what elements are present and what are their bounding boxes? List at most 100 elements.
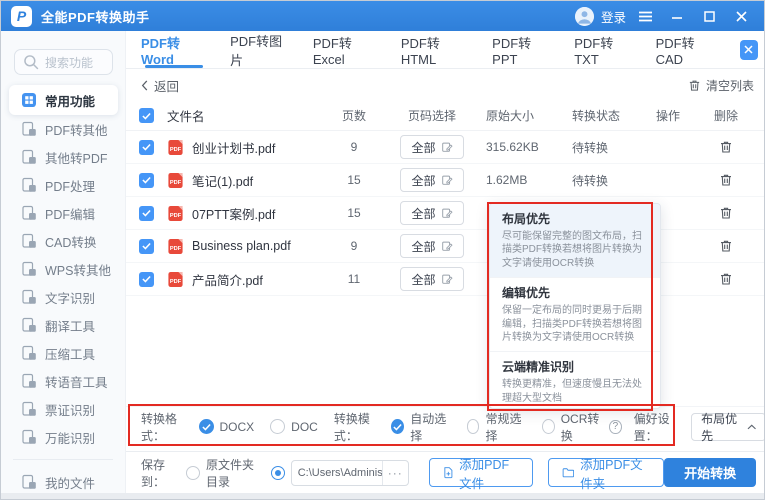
format-radio-docx[interactable]: DOCX (198, 419, 254, 434)
close-button[interactable] (728, 5, 754, 27)
page-select-button[interactable]: 全部 (400, 135, 464, 159)
mode-radio-ocr[interactable]: OCR转换 (541, 410, 604, 444)
tab-pdf-to-ppt[interactable]: PDF转PPT (492, 31, 551, 68)
preference-option-edit-first[interactable]: 编辑优先 保留一定布局的同时更易于后期编辑，扫描类PDF转换若想将图片转换为文字… (490, 277, 660, 351)
page-select-label: 全部 (411, 206, 436, 221)
save-radio-source-folder[interactable]: 原文件夹目录 (186, 456, 261, 490)
table-row: PDF 笔记(1).pdf 15 全部 1.62MB 待转换 (126, 164, 764, 197)
sidebar-item-text-recognition[interactable]: 文字识别 (1, 283, 125, 311)
menu-button[interactable] (632, 5, 658, 27)
page-select-button[interactable]: 全部 (400, 267, 464, 291)
close-icon (744, 45, 753, 54)
page-select-button[interactable]: 全部 (400, 168, 464, 192)
doc-icon (22, 261, 36, 276)
main-panel: PDF转Word PDF转图片 PDF转Excel PDF转HTML PDF转P… (126, 31, 764, 493)
sidebar-item-my-files[interactable]: 我的文件 (1, 468, 125, 496)
sidebar-item-label: 压缩工具 (45, 347, 96, 362)
clear-list-button[interactable]: 清空列表 (688, 77, 754, 94)
search-input[interactable]: 搜索功能 (14, 49, 113, 75)
avatar[interactable] (574, 6, 594, 26)
preference-value: 布局优先 (701, 411, 738, 443)
page-select-button[interactable]: 全部 (400, 201, 464, 225)
select-all-checkbox[interactable] (139, 108, 154, 123)
row-checkbox[interactable] (139, 205, 154, 221)
browse-path-button[interactable]: ··· (381, 460, 408, 485)
delete-row-button[interactable] (719, 239, 733, 253)
maximize-button[interactable] (696, 5, 722, 27)
preference-dropdown-popup: 布局优先 尽可能保留完整的图文布局，扫描类PDF转换若想将图片转换为文字请使用O… (489, 203, 661, 409)
header-delete: 删除 (713, 109, 738, 123)
doc-icon (22, 121, 36, 136)
sidebar-item-ticket-recognition[interactable]: 票证识别 (1, 395, 125, 423)
row-checkbox[interactable] (139, 172, 154, 188)
login-button[interactable]: 登录 (601, 7, 626, 26)
page-select-button[interactable]: 全部 (400, 234, 464, 258)
tab-pdf-to-html[interactable]: PDF转HTML (401, 31, 469, 68)
sidebar-item-wps-to-other[interactable]: WPS转其他 (1, 255, 125, 283)
sidebar-item-common-functions[interactable]: 常用功能 (9, 85, 118, 115)
radio-label: 自动选择 (410, 411, 447, 443)
page-count: 9 (350, 140, 358, 154)
tab-pdf-to-image[interactable]: PDF转图片 (230, 31, 290, 68)
sidebar-item-other-to-pdf[interactable]: 其他转PDF (1, 143, 125, 171)
preference-option-layout-first[interactable]: 布局优先 尽可能保留完整的图文布局，扫描类PDF转换若想将图片转换为文字请使用O… (490, 204, 660, 278)
delete-row-button[interactable] (719, 173, 733, 187)
doc-icon (22, 317, 36, 332)
pdf-file-icon: PDF (168, 139, 183, 155)
row-checkbox[interactable] (139, 238, 154, 254)
sidebar-item-cad-convert[interactable]: CAD转换 (1, 227, 125, 255)
sidebar-item-label: PDF转其他 (45, 123, 108, 138)
doc-icon (22, 401, 36, 416)
header-status: 转换状态 (572, 109, 621, 123)
sidebar-item-pdf-edit[interactable]: PDF编辑 (1, 199, 125, 227)
close-icon (735, 10, 747, 22)
tab-close-button[interactable] (739, 39, 758, 60)
add-pdf-file-button[interactable]: 添加PDF文件 (428, 458, 534, 491)
doc-icon (22, 429, 36, 444)
add-pdf-folder-button[interactable]: 添加PDF文件夹 (548, 458, 665, 491)
tab-pdf-to-txt[interactable]: PDF转TXT (574, 31, 632, 68)
sidebar-item-universal-recognition[interactable]: 万能识别 (1, 423, 125, 451)
mode-radio-auto[interactable]: 自动选择 (391, 410, 450, 444)
preference-select[interactable]: 布局优先 (691, 411, 764, 443)
save-to-label: 保存到： (141, 457, 166, 489)
minimize-button[interactable] (664, 5, 690, 27)
sidebar-item-translate-tools[interactable]: 翻译工具 (1, 311, 125, 339)
header-action: 操作 (655, 109, 680, 123)
maximize-icon (703, 10, 715, 22)
back-button[interactable]: 返回 (141, 76, 179, 95)
option-title: 布局优先 (502, 212, 551, 226)
sidebar-item-compress-tools[interactable]: 压缩工具 (1, 339, 125, 367)
header-pages: 页数 (341, 109, 366, 123)
sidebar-item-pdf-to-other[interactable]: PDF转其他 (1, 115, 125, 143)
tab-pdf-to-excel[interactable]: PDF转Excel (313, 31, 378, 68)
file-size: 315.62KB (486, 140, 539, 154)
row-checkbox[interactable] (139, 139, 154, 155)
help-icon[interactable]: ? (609, 419, 622, 434)
tab-pdf-to-word[interactable]: PDF转Word (141, 31, 207, 68)
save-radio-custom-path[interactable] (270, 465, 285, 480)
header-size: 原始大小 (486, 109, 535, 123)
page-select-label: 全部 (411, 272, 436, 287)
sidebar-item-label: 文字识别 (45, 291, 96, 306)
row-checkbox[interactable] (139, 271, 154, 287)
tab-pdf-to-cad[interactable]: PDF转CAD (656, 31, 717, 68)
option-title: 编辑优先 (502, 286, 551, 301)
preference-option-cloud-ocr[interactable]: 云端精准识别 转换更精准，但速度慢且无法处理超大型文档 (490, 351, 660, 408)
format-radio-doc[interactable]: DOC (270, 419, 318, 434)
save-path-field[interactable]: C:\Users\Adminis... ··· (290, 459, 409, 486)
minimize-icon (672, 17, 682, 19)
mode-label: 转换模式： (333, 411, 370, 443)
sidebar-item-pdf-process[interactable]: PDF处理 (1, 171, 125, 199)
mode-radio-normal[interactable]: 常规选择 (466, 410, 526, 444)
doc-icon (22, 345, 36, 360)
delete-row-button[interactable] (719, 272, 733, 286)
delete-row-button[interactable] (719, 140, 733, 154)
add-file-label: 添加PDF文件 (459, 457, 510, 491)
radio-unchecked-icon (466, 419, 480, 434)
start-convert-button[interactable]: 开始转换 (664, 458, 757, 487)
svg-text:PDF: PDF (170, 278, 182, 284)
check-icon (142, 275, 151, 283)
delete-row-button[interactable] (719, 206, 733, 220)
sidebar-item-text-to-speech[interactable]: 转语音工具 (1, 367, 125, 395)
